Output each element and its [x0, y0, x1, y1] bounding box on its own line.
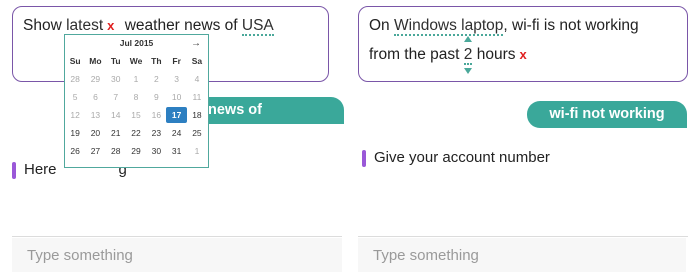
- calendar-day[interactable]: 2: [146, 70, 166, 88]
- calendar-day[interactable]: 14: [106, 106, 126, 124]
- calendar-day[interactable]: 28: [106, 142, 126, 160]
- remove-token-icon[interactable]: x: [520, 47, 527, 62]
- calendar-day[interactable]: 20: [85, 124, 105, 142]
- calendar-day[interactable]: 9: [146, 88, 166, 106]
- calendar-day[interactable]: 28: [65, 70, 85, 88]
- weekday-label: Sa: [191, 56, 203, 66]
- date-picker-popup[interactable]: Jul 2015 → Su Mo Tu We Th Fr Sa 28 29 30…: [64, 34, 209, 168]
- calendar-day[interactable]: 16: [146, 106, 166, 124]
- calendar-day[interactable]: 4: [187, 70, 207, 88]
- reply-text-start: Here: [24, 161, 57, 178]
- calendar-week-row: 5 6 7 8 9 10 11: [65, 88, 208, 106]
- stepper-down-arrow-icon[interactable]: [463, 68, 472, 74]
- device-entity-token[interactable]: Windows laptop: [394, 17, 504, 36]
- calendar-day[interactable]: 7: [106, 88, 126, 106]
- calendar-day[interactable]: 23: [146, 124, 166, 142]
- calendar-day[interactable]: 30: [106, 70, 126, 88]
- calendar-day[interactable]: 8: [126, 88, 146, 106]
- query-word: hours: [476, 46, 516, 63]
- calendar-week-row: 28 29 30 1 2 3 4: [65, 70, 208, 88]
- calendar-day[interactable]: 10: [166, 88, 186, 106]
- calendar-day[interactable]: 5: [65, 88, 85, 106]
- calendar-week-row: 12 13 14 15 16 17 18: [65, 106, 208, 124]
- calendar-day[interactable]: 22: [126, 124, 146, 142]
- right-chat-panel: On Windows laptop, wi-fi is not working …: [352, 0, 693, 272]
- query-word: Show: [23, 17, 62, 34]
- weekday-label: We: [129, 56, 143, 66]
- number-stepper[interactable]: 2: [463, 36, 473, 74]
- reply-bar-icon: [12, 161, 16, 179]
- calendar-day[interactable]: 21: [106, 124, 126, 142]
- weekday-label: Th: [151, 56, 162, 66]
- calendar-week-row: 19 20 21 22 23 24 25: [65, 124, 208, 142]
- next-month-arrow-icon[interactable]: →: [191, 35, 201, 52]
- bot-message-bubble: news of hurricane: [196, 97, 344, 145]
- query-box[interactable]: On Windows laptop, wi-fi is not working …: [358, 6, 688, 82]
- reply-message: Give your account number: [362, 149, 550, 167]
- bot-message-bubble: wi-fi not working: [527, 101, 687, 128]
- weekday-label: Mo: [89, 56, 102, 66]
- calendar-day[interactable]: 12: [65, 106, 85, 124]
- calendar-day[interactable]: 24: [166, 124, 186, 142]
- calendar-day[interactable]: 18: [187, 106, 207, 124]
- weekday-label: Su: [69, 56, 81, 66]
- input-divider: [12, 236, 342, 237]
- calendar-day[interactable]: 13: [85, 106, 105, 124]
- calendar-day[interactable]: 1: [126, 70, 146, 88]
- weekday-label: Tu: [110, 56, 121, 66]
- query-word: , wi-fi is not working: [503, 17, 639, 34]
- calendar-day[interactable]: 27: [85, 142, 105, 160]
- weekday-label: Fr: [172, 56, 181, 66]
- calendar-header: Jul 2015 →: [65, 35, 208, 52]
- calendar-day[interactable]: 31: [166, 142, 186, 160]
- message-input[interactable]: [12, 238, 342, 272]
- calendar-day-selected[interactable]: 17: [166, 107, 187, 123]
- query-word: from the past: [369, 46, 460, 63]
- input-divider: [358, 236, 688, 237]
- query-word: On: [369, 17, 390, 34]
- reply-text: Give your account number: [374, 149, 550, 166]
- location-entity-token[interactable]: USA: [241, 17, 274, 36]
- stepper-up-arrow-icon[interactable]: [463, 36, 472, 42]
- calendar-day[interactable]: 19: [65, 124, 85, 142]
- reply-bar-icon: [362, 149, 366, 167]
- left-chat-panel: Show latest x weather news of USA news of…: [0, 0, 344, 272]
- number-entity-token[interactable]: 2: [463, 46, 473, 65]
- calendar-day[interactable]: 29: [85, 70, 105, 88]
- calendar-day[interactable]: 6: [85, 88, 105, 106]
- calendar-day[interactable]: 26: [65, 142, 85, 160]
- calendar-month-label: Jul 2015: [119, 38, 154, 48]
- calendar-day[interactable]: 1: [187, 142, 207, 160]
- calendar-day[interactable]: 11: [187, 88, 207, 106]
- message-input[interactable]: [358, 238, 686, 272]
- calendar-day[interactable]: 30: [146, 142, 166, 160]
- calendar-week-row: 26 27 28 29 30 31 1: [65, 142, 208, 160]
- calendar-day[interactable]: 15: [126, 106, 146, 124]
- calendar-day[interactable]: 3: [166, 70, 186, 88]
- query-word: weather news of: [124, 17, 238, 34]
- calendar-day[interactable]: 25: [187, 124, 207, 142]
- calendar-day[interactable]: 29: [126, 142, 146, 160]
- remove-token-icon[interactable]: x: [107, 18, 114, 33]
- calendar-weekday-row: Su Mo Tu We Th Fr Sa: [65, 52, 208, 70]
